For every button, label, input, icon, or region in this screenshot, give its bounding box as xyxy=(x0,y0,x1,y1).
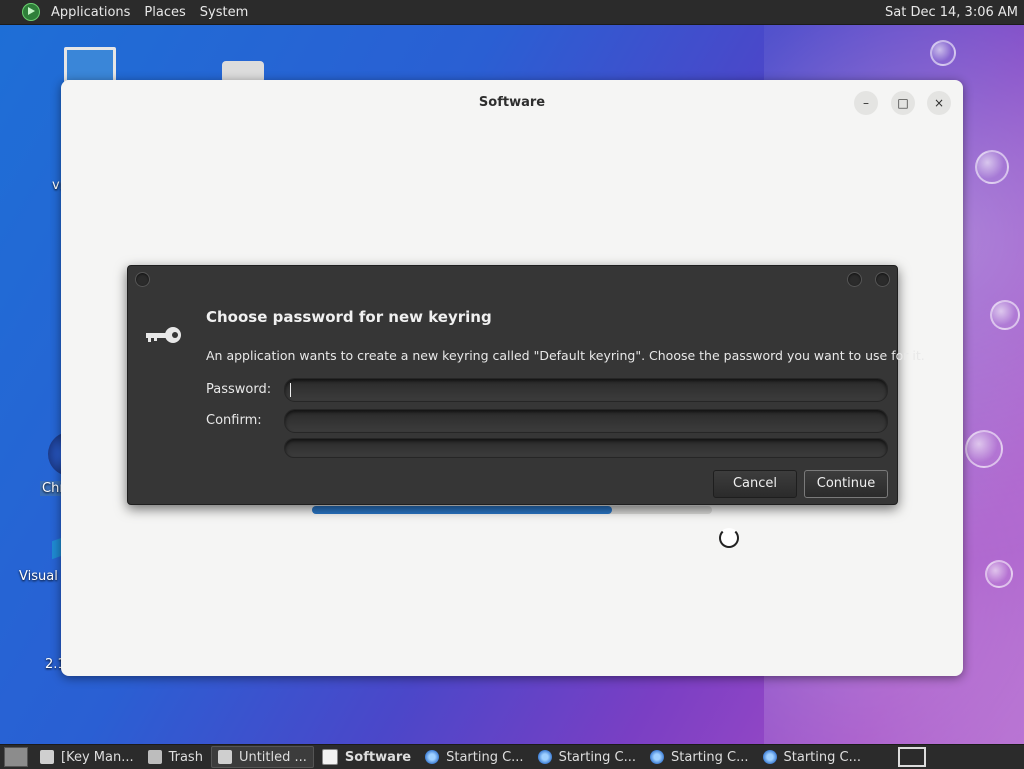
taskbar-item-label: Software xyxy=(344,749,412,765)
trash-icon xyxy=(147,750,162,764)
workspace-switcher-icon[interactable] xyxy=(898,747,926,767)
loading-progress-fill xyxy=(312,506,612,514)
show-desktop-icon[interactable] xyxy=(4,747,28,767)
window-list: [Key Man... Trash Untitled ... Software … xyxy=(34,746,869,768)
password-strength-bar xyxy=(284,438,888,458)
dialog-corner-dot xyxy=(847,272,862,287)
chrome-icon xyxy=(425,750,440,764)
confirm-field[interactable] xyxy=(284,409,888,433)
text-caret xyxy=(290,383,291,397)
applications-menu-icon[interactable] xyxy=(22,3,40,21)
bottom-panel: [Key Man... Trash Untitled ... Software … xyxy=(0,744,1024,769)
clock[interactable]: Sat Dec 14, 3:06 AM xyxy=(885,5,1024,20)
taskbar-item-label: Starting C... xyxy=(446,749,524,765)
keyring-password-dialog: Choose password for new keyring An appli… xyxy=(127,265,925,505)
window-icon xyxy=(40,750,54,764)
taskbar-item-software[interactable]: Software xyxy=(316,746,417,768)
taskbar-item-untitled[interactable]: Untitled ... xyxy=(210,746,314,768)
cancel-button[interactable]: Cancel xyxy=(713,470,797,498)
dialog-title: Choose password for new keyring xyxy=(206,308,492,326)
top-panel: Applications Places System Sat Dec 14, 3… xyxy=(0,0,1024,25)
password-label: Password: xyxy=(206,382,272,397)
wallpaper-bubble xyxy=(990,300,1020,330)
menu-places[interactable]: Places xyxy=(137,5,192,20)
dialog-corner-dot xyxy=(875,272,890,287)
taskbar-item-label: Starting C... xyxy=(558,749,637,765)
wallpaper-bubble xyxy=(975,150,1009,184)
software-icon xyxy=(321,749,338,765)
main-menu: Applications Places System xyxy=(0,0,255,24)
key-icon xyxy=(146,327,181,343)
minimize-button[interactable]: – xyxy=(854,91,878,115)
maximize-button[interactable]: □ xyxy=(891,91,915,115)
taskbar-item-key-manager[interactable]: [Key Man... xyxy=(34,746,140,768)
busy-cursor-icon xyxy=(719,528,739,548)
taskbar-item-label: Starting C... xyxy=(671,749,749,765)
window-title: Software xyxy=(478,95,546,110)
wallpaper-bubble xyxy=(985,560,1013,588)
wallpaper-bubble xyxy=(930,40,956,66)
drive-desktop-icon[interactable] xyxy=(222,61,264,81)
password-field[interactable] xyxy=(284,378,888,402)
taskbar-item-label: Starting C... xyxy=(783,749,861,765)
taskbar-item-chrome[interactable]: Starting C... xyxy=(419,746,529,768)
chrome-icon xyxy=(650,750,665,764)
dialog-corner-dot xyxy=(135,272,150,287)
chrome-icon xyxy=(537,750,552,764)
taskbar-item-chrome[interactable]: Starting C... xyxy=(757,746,867,768)
continue-button[interactable]: Continue xyxy=(804,470,888,498)
computer-desktop-icon[interactable] xyxy=(64,47,116,83)
menu-system[interactable]: System xyxy=(193,5,255,20)
taskbar-item-label: [Key Man... xyxy=(61,749,134,765)
confirm-label: Confirm: xyxy=(206,413,262,428)
taskbar-item-chrome[interactable]: Starting C... xyxy=(644,746,754,768)
taskbar-item-trash[interactable]: Trash xyxy=(142,746,209,768)
dialog-message: An application wants to create a new key… xyxy=(206,348,925,363)
wallpaper-bubble xyxy=(965,430,1003,468)
window-icon xyxy=(217,750,232,764)
taskbar-item-chrome[interactable]: Starting C... xyxy=(532,746,642,768)
close-button[interactable]: × xyxy=(927,91,951,115)
chrome-icon xyxy=(762,750,777,764)
menu-applications[interactable]: Applications xyxy=(44,5,137,20)
loading-progress-bar xyxy=(312,506,712,514)
taskbar-item-label: Trash xyxy=(168,749,203,765)
taskbar-item-label: Untitled ... xyxy=(238,749,307,765)
